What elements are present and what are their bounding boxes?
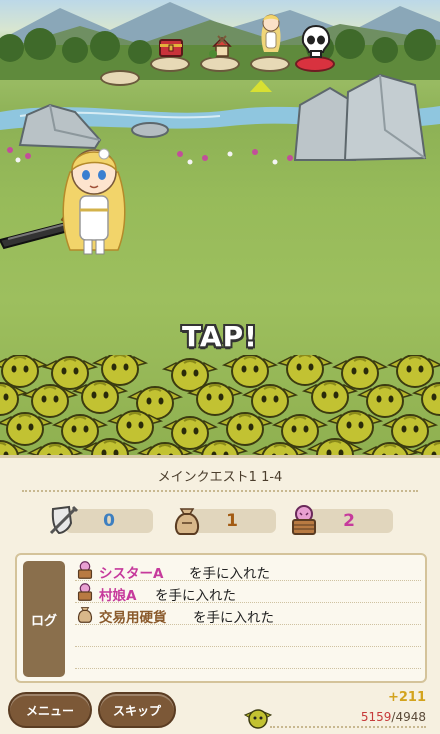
current-stage-arrow-icon: [250, 80, 272, 92]
goblin-horde[interactable]: [0, 355, 440, 455]
captive-basket-icon: [292, 505, 316, 535]
stage-node-current: [250, 14, 290, 72]
divider: [22, 490, 418, 492]
tap-prompt[interactable]: TAP!: [182, 320, 258, 353]
log-entry-empty: [75, 647, 421, 669]
log-entry: 交易用硬貨 を手に入れた: [75, 603, 421, 626]
hero-character[interactable]: [0, 140, 150, 260]
stage-node: [100, 46, 140, 86]
defeat-gain: +211: [387, 690, 426, 705]
treasure-chest-icon: [159, 39, 183, 57]
menu-button[interactable]: メニュー: [8, 692, 92, 728]
log-item-name: シスターA: [99, 566, 164, 582]
stage-progress: [100, 10, 340, 100]
goblin-icon: [243, 709, 273, 729]
defeat-counter: 0: [47, 503, 153, 537]
log-item-name: 村娘A: [99, 588, 137, 604]
progress-total: /4948: [391, 710, 426, 724]
stage-node: [150, 32, 190, 72]
hero-icon: [261, 14, 281, 52]
gold-counter: 1: [170, 503, 276, 537]
captive-basket-icon: [77, 561, 93, 579]
money-bag-icon: [174, 508, 200, 535]
village-icon: [209, 35, 232, 58]
log-text: を手に入れた: [155, 588, 236, 604]
shield-sword-icon: [49, 505, 79, 535]
log-text: を手に入れた: [193, 610, 274, 626]
money-bag-icon: [77, 607, 93, 623]
rock: [131, 122, 169, 138]
skip-button[interactable]: スキップ: [98, 692, 176, 728]
captive-counter: 2: [287, 503, 393, 537]
enemy-progress: 5159/4948: [361, 710, 426, 724]
stage-node: [200, 32, 240, 72]
info-panel: メインクエスト1 1-4 0 1 2 ログ シスターA を手に入れた 村娘A を…: [0, 455, 440, 734]
progress-divider: [270, 726, 426, 728]
battle-scene[interactable]: TAP!: [0, 0, 440, 455]
quest-title: メインクエスト1 1-4: [157, 470, 283, 485]
log-entry: シスターA を手に入れた: [75, 559, 421, 582]
skull-icon: [301, 24, 331, 58]
captive-basket-icon: [77, 583, 93, 601]
log-text: を手に入れた: [189, 566, 270, 582]
log-entry-empty: [75, 625, 421, 647]
progress-current: 5159: [360, 710, 392, 724]
log-item-name: 交易用硬貨: [99, 610, 167, 626]
log-box[interactable]: ログ シスターA を手に入れた 村娘A を手に入れた 交易用硬貨 を手に入れた: [15, 553, 427, 683]
stage-node-boss: [295, 24, 335, 72]
log-entry: 村娘A を手に入れた: [75, 581, 421, 604]
log-label: ログ: [23, 561, 65, 677]
